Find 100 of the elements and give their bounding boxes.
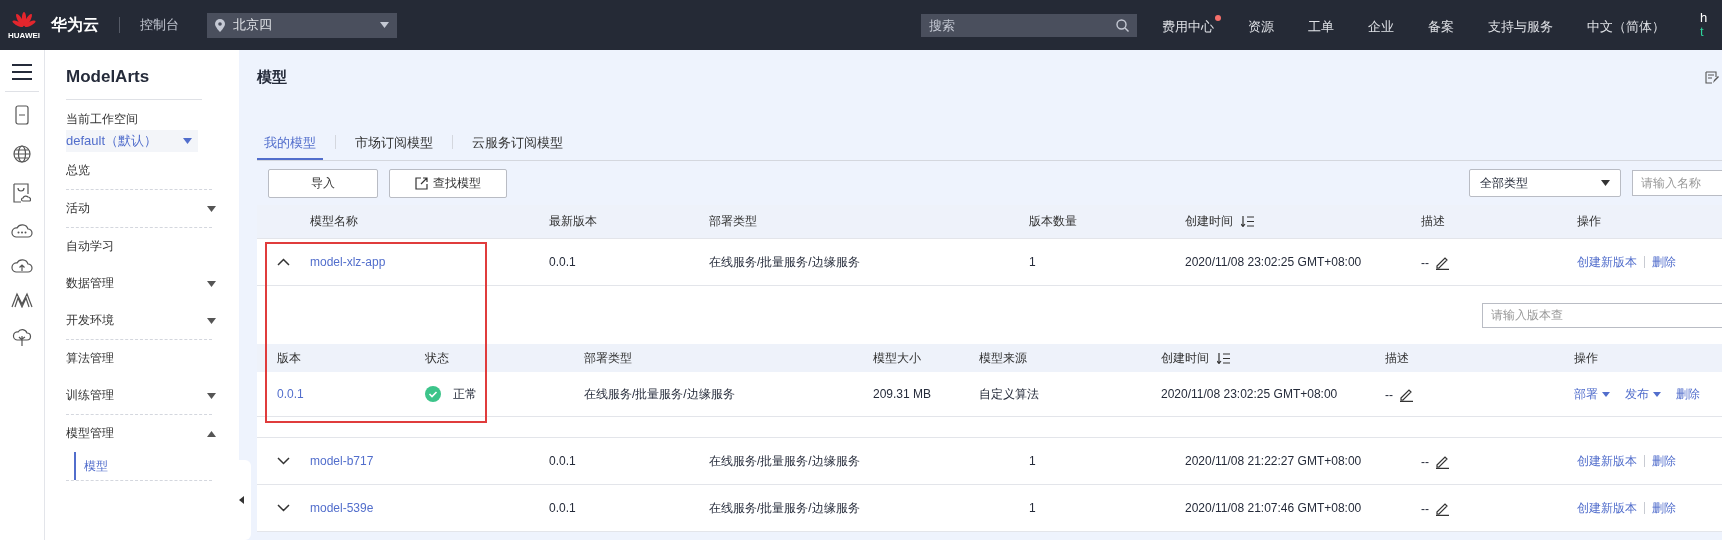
page-title: 模型 (257, 67, 288, 87)
tab[interactable]: 市场订阅模型 (348, 124, 440, 160)
table-cell: -- (1385, 387, 1393, 402)
chevron-icon[interactable] (277, 504, 290, 512)
sidebar-item[interactable]: 模型管理 (66, 415, 216, 452)
sidebar-item[interactable]: 算法管理 (66, 340, 216, 377)
nav-link[interactable]: 备案 (1428, 14, 1461, 36)
status-text: 正常 (453, 385, 477, 403)
sidebar-item[interactable]: 数据管理 (66, 265, 216, 302)
column-header[interactable]: 创建时间 (1185, 213, 1254, 230)
sidebar-item[interactable]: 开发环境 (66, 302, 216, 339)
action-link[interactable]: 部署 (1574, 385, 1610, 403)
chevron-icon[interactable] (277, 457, 290, 465)
brand-name[interactable]: 华为云 (51, 14, 99, 36)
account-text[interactable]: t (1700, 25, 1722, 39)
column-header: 版本 (277, 349, 301, 367)
table-cell: 自定义算法 (979, 385, 1039, 403)
workspace-select[interactable]: default（默认） (66, 130, 198, 152)
sort-icon[interactable] (1241, 216, 1254, 227)
table-cell: 在线服务/批量服务/边缘服务 (584, 385, 735, 403)
menu-icon[interactable] (12, 64, 32, 80)
table-cell: 2020/11/08 21:07:46 GMT+08:00 (1185, 501, 1362, 515)
table-cell: 1 (1029, 454, 1036, 468)
sidebar-title: ModelArts (66, 67, 151, 88)
column-header: 模型大小 (873, 349, 921, 367)
find-button[interactable]: 查找模型 (389, 168, 507, 198)
version-link[interactable]: 0.0.1 (277, 387, 304, 401)
sidebar-item[interactable]: 训练管理 (66, 377, 216, 414)
double-m-icon[interactable] (11, 292, 33, 308)
phone-icon[interactable] (15, 105, 29, 125)
sidebar-item[interactable]: 自动学习 (66, 228, 216, 265)
table-cell: 在线服务/批量服务/边缘服务 (709, 253, 860, 271)
caret-icon (183, 138, 192, 144)
column-header: 操作 (1574, 349, 1598, 367)
column-header: 最新版本 (549, 213, 597, 230)
external-link-icon (415, 176, 428, 190)
model-name-link[interactable]: model-b717 (310, 454, 374, 468)
sort-icon[interactable] (1217, 352, 1230, 364)
table-cell: 0.0.1 (549, 501, 576, 515)
console-link[interactable]: 控制台 (140, 16, 179, 34)
column-header: 模型来源 (979, 349, 1027, 367)
table-cell: -- (1421, 501, 1429, 516)
cloud-upload-icon[interactable] (11, 257, 33, 273)
sidebar-item[interactable]: 活动 (66, 190, 216, 227)
search-icon[interactable] (1116, 18, 1129, 32)
document-cloud-icon[interactable] (13, 183, 31, 203)
column-header: 部署类型 (584, 349, 632, 367)
table-cell: 0.0.1 (549, 454, 576, 468)
sidebar-subitem[interactable]: 模型 (74, 452, 212, 480)
table-cell: 1 (1029, 501, 1036, 515)
table-cell: 209.31 MB (873, 387, 932, 401)
cloud-tree-icon[interactable] (12, 327, 32, 347)
table-cell: 2020/11/08 23:02:25 GMT+08:00 (1185, 255, 1362, 269)
region-select[interactable]: 北京四 (207, 12, 397, 38)
type-select[interactable]: 全部类型 (1469, 169, 1621, 197)
table-cell: 在线服务/批量服务/边缘服务 (709, 452, 860, 470)
nav-link[interactable]: 资源 (1248, 14, 1281, 36)
action-link[interactable]: 创建新版本 (1577, 499, 1637, 517)
action-link[interactable]: 创建新版本 (1577, 253, 1637, 271)
model-name-link[interactable]: model-xlz-app (310, 255, 386, 269)
tab[interactable]: 云服务订阅模型 (465, 124, 570, 160)
chevron-icon[interactable] (277, 258, 290, 266)
action-link[interactable]: 删除 (1652, 253, 1676, 271)
model-name-link[interactable]: model-539e (310, 501, 374, 515)
action-link[interactable]: 删除 (1676, 385, 1700, 403)
table-cell: -- (1421, 454, 1429, 469)
action-link[interactable]: 删除 (1652, 499, 1676, 517)
caret-icon (1601, 180, 1610, 186)
location-pin-icon (215, 18, 225, 32)
edit-note-icon[interactable] (1705, 70, 1719, 84)
column-header: 状态 (425, 349, 449, 367)
nav-link[interactable]: 支持与服务 (1488, 14, 1560, 36)
column-header[interactable]: 创建时间 (1161, 349, 1230, 367)
caret-icon (380, 22, 389, 28)
table-cell: 0.0.1 (549, 255, 576, 269)
cloud-dots-icon[interactable] (11, 222, 33, 238)
nav-link[interactable]: 工单 (1308, 14, 1341, 36)
sidebar-item[interactable]: 总览 (66, 152, 216, 189)
action-link[interactable]: 发布 (1625, 385, 1661, 403)
tab[interactable]: 我的模型 (257, 124, 323, 160)
table-cell: 在线服务/批量服务/边缘服务 (709, 499, 860, 517)
search-field[interactable]: 搜索 (921, 13, 1137, 37)
import-button[interactable]: 导入 (268, 168, 378, 198)
column-header: 描述 (1421, 213, 1445, 230)
version-search-field[interactable]: 请输入版本查 (1482, 302, 1722, 328)
column-header: 版本数量 (1029, 213, 1077, 230)
column-header: 操作 (1577, 213, 1601, 230)
logo-caption: HUAWEI (8, 30, 40, 40)
table-cell: -- (1421, 255, 1429, 270)
column-header: 描述 (1385, 349, 1409, 367)
globe-icon[interactable] (12, 144, 32, 164)
action-link[interactable]: 创建新版本 (1577, 452, 1637, 470)
action-link[interactable]: 删除 (1652, 452, 1676, 470)
account-text[interactable]: h (1700, 11, 1722, 25)
name-search-field[interactable]: 请输入名称 (1632, 170, 1722, 196)
nav-link[interactable]: 中文（简体） (1587, 14, 1672, 36)
table-cell: 2020/11/08 23:02:25 GMT+08:00 (1161, 387, 1338, 401)
nav-link[interactable]: 企业 (1368, 14, 1401, 36)
nav-link[interactable]: 费用中心 (1162, 14, 1221, 36)
column-header: 模型名称 (310, 213, 358, 230)
